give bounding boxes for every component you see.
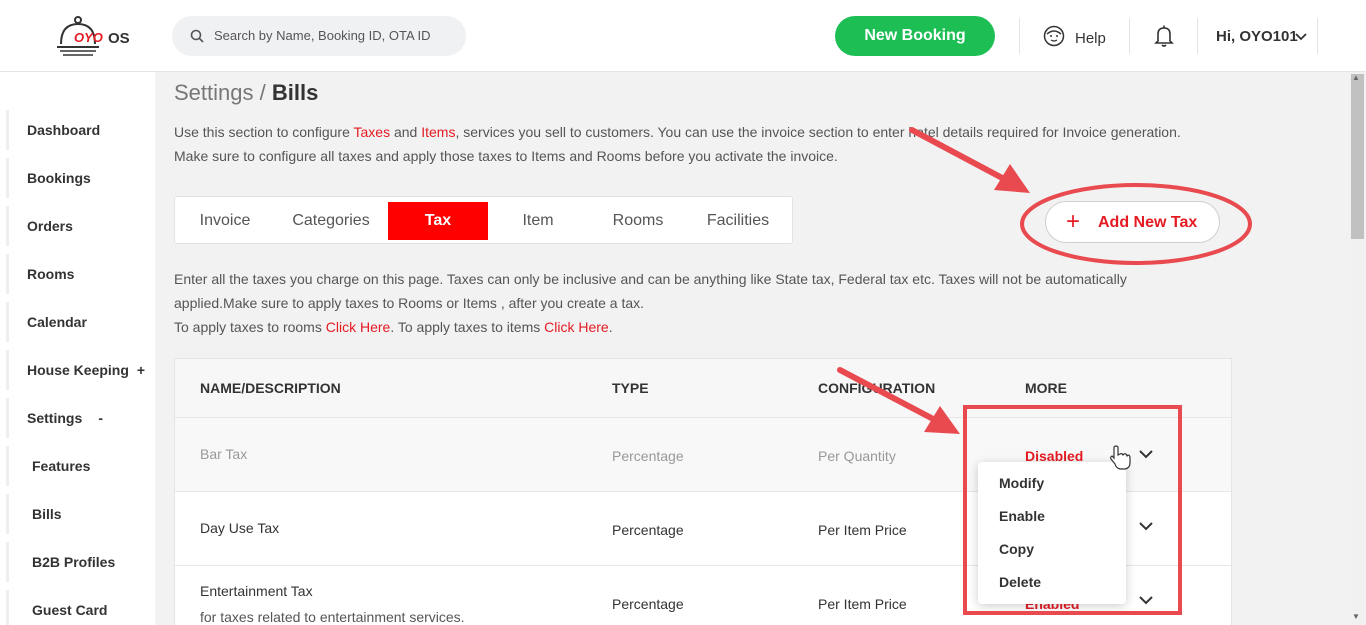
sidebar: Dashboard Bookings Orders Rooms Calendar…	[0, 72, 155, 625]
intro-text-part: Use this section to configure	[174, 124, 354, 140]
help-link[interactable]: Help	[1075, 30, 1106, 47]
info-text-part: Enter all the taxes you charge on this p…	[174, 271, 1127, 311]
collapse-icon[interactable]: -	[98, 398, 103, 438]
sidebar-item-label: Features	[32, 458, 91, 474]
column-header-name: NAME/DESCRIPTION	[200, 380, 341, 396]
sidebar-item-dashboard[interactable]: Dashboard	[6, 110, 155, 150]
new-booking-button[interactable]: New Booking	[835, 16, 995, 56]
sidebar-item-orders[interactable]: Orders	[6, 206, 155, 246]
items-link[interactable]: Items	[421, 124, 455, 140]
tax-configuration: Per Item Price	[818, 596, 907, 612]
intro-text-part: and	[390, 124, 422, 140]
add-new-tax-button[interactable]: + Add New Tax	[1045, 201, 1220, 243]
sidebar-item-b2b-profiles[interactable]: B2B Profiles	[6, 542, 155, 582]
sidebar-item-label: Rooms	[27, 266, 75, 282]
rooms-click-here-link[interactable]: Click Here	[326, 319, 391, 335]
sidebar-item-features[interactable]: Features	[6, 446, 155, 486]
sidebar-item-rooms[interactable]: Rooms	[6, 254, 155, 294]
page-title: Bills	[271, 80, 319, 105]
sidebar-item-bookings[interactable]: Bookings	[6, 158, 155, 198]
breadcrumb: Settings / Bills	[174, 80, 318, 106]
tax-configuration: Per Quantity	[818, 448, 896, 464]
sidebar-item-label: House Keeping	[27, 362, 129, 378]
divider	[1019, 18, 1020, 54]
taxes-link[interactable]: Taxes	[354, 124, 391, 140]
bell-icon[interactable]	[1153, 24, 1175, 48]
logo-suffix: OS	[108, 30, 130, 47]
tax-name: Bar Tax	[200, 446, 248, 462]
settings-tabs: Invoice Categories Tax Item Rooms Facili…	[174, 196, 793, 244]
info-text-part: . To apply taxes to items	[390, 319, 545, 335]
column-header-configuration: CONFIGURATION	[818, 380, 936, 396]
expand-icon[interactable]: +	[137, 350, 145, 390]
add-new-tax-label: Add New Tax	[1098, 214, 1198, 231]
sidebar-item-house-keeping[interactable]: House Keeping +	[6, 350, 155, 390]
sidebar-item-settings[interactable]: Settings -	[6, 398, 155, 438]
plus-icon: +	[1066, 208, 1081, 235]
tax-name: Entertainment Tax	[200, 583, 313, 599]
tax-type: Percentage	[612, 448, 684, 464]
breadcrumb-parent[interactable]: Settings	[174, 80, 254, 105]
tab-invoice[interactable]: Invoice	[187, 202, 263, 240]
items-click-here-link[interactable]: Click Here	[544, 319, 609, 335]
divider	[1129, 18, 1130, 54]
sidebar-item-label: Calendar	[27, 314, 87, 330]
sidebar-item-guest-card[interactable]: Guest Card	[6, 590, 155, 625]
tab-rooms[interactable]: Rooms	[593, 202, 683, 240]
tax-name: Day Use Tax	[200, 520, 280, 536]
info-text-part: .	[608, 319, 613, 335]
breadcrumb-separator: /	[253, 80, 272, 105]
user-menu[interactable]: Hi, OYO101	[1216, 28, 1298, 45]
search-placeholder: Search by Name, Booking ID, OTA ID	[214, 28, 431, 43]
top-bar: OYO OS Search by Name, Booking ID, OTA I…	[0, 0, 1366, 72]
sidebar-item-label: B2B Profiles	[32, 554, 116, 570]
column-header-type: TYPE	[612, 380, 649, 396]
oyo-os-logo[interactable]: OYO OS	[52, 14, 142, 58]
sidebar-item-label: Guest Card	[32, 602, 108, 618]
tab-item[interactable]: Item	[493, 202, 583, 240]
sidebar-item-label: Bills	[32, 506, 62, 522]
sidebar-item-calendar[interactable]: Calendar	[6, 302, 155, 342]
scroll-down-icon[interactable]: ▼	[1352, 612, 1360, 621]
search-icon	[190, 29, 204, 43]
annotation-highlight-box	[963, 405, 1182, 615]
divider	[1197, 18, 1198, 54]
intro-text: Use this section to configure Taxes and …	[174, 120, 1184, 168]
sidebar-item-label: Bookings	[27, 170, 91, 186]
chevron-down-icon[interactable]	[1294, 30, 1308, 44]
sidebar-item-label: Settings	[27, 410, 83, 426]
search-input[interactable]: Search by Name, Booking ID, OTA ID	[172, 16, 466, 56]
tax-description: for taxes related to entertainment servi…	[200, 609, 465, 625]
scrollbar-thumb[interactable]	[1351, 74, 1364, 239]
tax-type: Percentage	[612, 596, 684, 612]
sidebar-item-label: Orders	[27, 218, 73, 234]
tax-info-text: Enter all the taxes you charge on this p…	[174, 267, 1204, 339]
tax-configuration: Per Item Price	[818, 522, 907, 538]
divider	[1317, 18, 1318, 54]
help-face-icon[interactable]	[1043, 25, 1065, 47]
logo-brand: OYO	[74, 30, 103, 45]
sidebar-item-label: Dashboard	[27, 122, 101, 138]
tab-facilities[interactable]: Facilities	[693, 202, 783, 240]
tab-tax[interactable]: Tax	[388, 202, 488, 240]
tax-type: Percentage	[612, 522, 684, 538]
column-header-more: MORE	[1025, 380, 1067, 396]
sidebar-item-bills[interactable]: Bills	[6, 494, 155, 534]
tab-categories[interactable]: Categories	[281, 202, 381, 240]
scroll-up-icon[interactable]: ▲	[1352, 73, 1360, 82]
info-text-part: To apply taxes to rooms	[174, 319, 326, 335]
